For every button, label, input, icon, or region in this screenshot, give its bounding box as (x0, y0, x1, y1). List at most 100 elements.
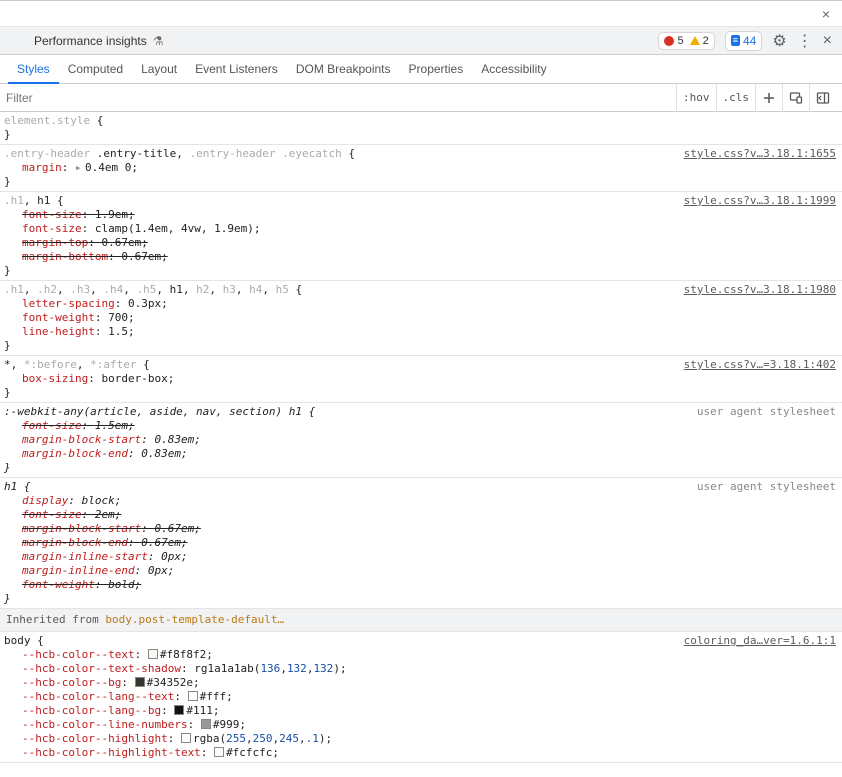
selector: element.style (4, 114, 90, 127)
declaration[interactable]: font-size: clamp(1.4em, 4vw, 1.9em); (4, 222, 838, 236)
css-var-value: #999 (213, 718, 240, 731)
color-swatch[interactable] (214, 747, 224, 757)
source-link[interactable]: style.css?v…3.18.1:1655 (684, 147, 836, 161)
close-icon[interactable]: × (822, 6, 830, 22)
plus-icon (762, 91, 776, 105)
color-swatch[interactable] (188, 691, 198, 701)
styles-filter-input[interactable] (0, 91, 676, 105)
topbar: × (0, 1, 842, 27)
css-var-value: #34352e (147, 676, 193, 689)
console-error-warning-badge[interactable]: 5 2 (658, 32, 714, 50)
declaration-overridden[interactable]: margin-block-end: 0.67em; (4, 536, 838, 550)
declaration[interactable]: --hcb-color--text: #f8f8f2; (4, 648, 838, 662)
declaration[interactable]: box-sizing: border-box; (4, 372, 838, 386)
panel-icon (816, 91, 830, 105)
declaration[interactable]: margin-inline-start: 0px; (4, 550, 838, 564)
declaration[interactable]: margin: ▸0.4em 0; (4, 161, 838, 175)
gear-icon[interactable]: ⚙ (772, 31, 786, 51)
source-link[interactable]: style.css?v…3.18.1:1980 (684, 283, 836, 297)
tab-properties[interactable]: Properties (400, 55, 473, 83)
print-media-icon[interactable] (782, 84, 809, 112)
computed-sidebar-toggle-icon[interactable] (809, 84, 836, 112)
color-swatch[interactable] (174, 705, 184, 715)
css-var-name: --hcb-color--text-shadow (22, 662, 181, 675)
declaration[interactable]: --hcb-color--text-shadow: rg1a1a1ab(136,… (4, 662, 838, 676)
warning-count-value: 2 (703, 35, 709, 47)
insights-label: Performance insights (34, 34, 147, 48)
cls-toggle[interactable]: .cls (716, 84, 756, 112)
insights-tab[interactable]: Performance insights ⚗ (10, 34, 163, 48)
styles-rule-list[interactable]: element.style { } style.css?v…3.18.1:165… (0, 112, 842, 777)
source-link[interactable]: coloring_da…ver=1.6.1:1 (684, 634, 836, 648)
new-style-rule-icon[interactable] (755, 84, 782, 112)
rule-ua-h1[interactable]: user agent stylesheet h1 { display: bloc… (0, 478, 842, 609)
devtools-panel: × Performance insights ⚗ 5 2 ≡ 44 (0, 0, 842, 777)
color-swatch[interactable] (181, 733, 191, 743)
declaration-overridden[interactable]: margin-block-start: 0.67em; (4, 522, 838, 536)
error-count: 5 (664, 35, 683, 47)
css-var-value: #111 (186, 704, 213, 717)
filter-tools: :hov .cls (676, 84, 842, 112)
rule-h1-fontsize[interactable]: style.css?v…3.18.1:1999 .h1, h1 { font-s… (0, 192, 842, 281)
styles-tabstrip: Styles Computed Layout Event Listeners D… (0, 55, 842, 84)
rule-body-css-vars[interactable]: coloring_da…ver=1.6.1:1 body { --hcb-col… (0, 632, 842, 763)
declaration[interactable]: margin-inline-end: 0px; (4, 564, 838, 578)
css-var-name: --hcb-color--lang--text (22, 690, 174, 703)
warning-count: 2 (690, 35, 709, 47)
css-var-name: --hcb-color--highlight (22, 732, 168, 745)
tab-styles[interactable]: Styles (8, 55, 59, 84)
chat-icon: ≡ (731, 35, 740, 46)
declaration-overridden[interactable]: font-size: 2em; (4, 508, 838, 522)
color-swatch[interactable] (201, 719, 211, 729)
tab-computed[interactable]: Computed (59, 55, 132, 83)
declaration[interactable]: --hcb-color--highlight: rgba(255,250,245… (4, 732, 838, 746)
error-icon (664, 36, 674, 46)
declaration[interactable]: --hcb-color--lang--text: #fff; (4, 690, 838, 704)
issues-badge[interactable]: ≡ 44 (725, 31, 763, 51)
css-var-value: #f8f8f2 (160, 648, 206, 661)
css-var-name: --hcb-color--lang--bg (22, 704, 161, 717)
hov-toggle[interactable]: :hov (676, 84, 716, 112)
color-swatch[interactable] (135, 677, 145, 687)
rule-universal-boxsizing[interactable]: style.css?v…=3.18.1:402 *, *:before, *:a… (0, 356, 842, 403)
declaration[interactable]: margin-block-start: 0.83em; (4, 433, 838, 447)
rule-ua-webkitany-h1[interactable]: user agent stylesheet :-webkit-any(artic… (0, 403, 842, 478)
declaration-overridden[interactable]: margin-top: 0.67em; (4, 236, 838, 250)
insights-status-area: 5 2 ≡ 44 ⚙ ⋮ × (658, 31, 832, 51)
declaration[interactable]: letter-spacing: 0.3px; (4, 297, 838, 311)
declaration-overridden[interactable]: margin-bottom: 0.67em; (4, 250, 838, 264)
declaration-overridden[interactable]: font-size: 1.9em; (4, 208, 838, 222)
tab-event-listeners[interactable]: Event Listeners (186, 55, 287, 83)
color-swatch[interactable] (148, 649, 158, 659)
rule-element-style[interactable]: element.style { } (0, 112, 842, 145)
css-var-name: --hcb-color--line-numbers (22, 718, 188, 731)
declaration[interactable]: display: block; (4, 494, 838, 508)
source-link[interactable]: style.css?v…3.18.1:1999 (684, 194, 836, 208)
declaration[interactable]: font-weight: 700; (4, 311, 838, 325)
tab-dom-breakpoints[interactable]: DOM Breakpoints (287, 55, 400, 83)
inherited-from-bar[interactable]: Inherited from body.post-template-defaul… (0, 609, 842, 632)
tab-accessibility[interactable]: Accessibility (472, 55, 555, 83)
declaration-overridden[interactable]: font-weight: bold; (4, 578, 838, 592)
close-panel-icon[interactable]: × (823, 32, 832, 50)
declaration[interactable]: --hcb-color--bg: #34352e; (4, 676, 838, 690)
insights-bar: Performance insights ⚗ 5 2 ≡ 44 ⚙ ⋮ (0, 27, 842, 55)
source-link[interactable]: style.css?v…=3.18.1:402 (684, 358, 836, 372)
declaration[interactable]: --hcb-color--lang--bg: #111; (4, 704, 838, 718)
source-ua-label: user agent stylesheet (697, 405, 836, 419)
declaration[interactable]: --hcb-color--line-numbers: #999; (4, 718, 838, 732)
declaration-overridden[interactable]: font-size: 1.5em; (4, 419, 838, 433)
rule-entry-header[interactable]: style.css?v…3.18.1:1655 .entry-header .e… (0, 145, 842, 192)
inherited-label: Inherited from (6, 613, 105, 626)
source-ua-label: user agent stylesheet (697, 480, 836, 494)
declaration[interactable]: line-height: 1.5; (4, 325, 838, 339)
inherited-selector: body.post-template-default… (105, 613, 284, 626)
kebab-menu-icon[interactable]: ⋮ (797, 31, 813, 51)
declaration[interactable]: margin-block-end: 0.83em; (4, 447, 838, 461)
css-var-value: #fcfcfc (226, 746, 272, 759)
error-count-value: 5 (677, 35, 683, 47)
declaration[interactable]: --hcb-color--highlight-text: #fcfcfc; (4, 746, 838, 760)
tab-layout[interactable]: Layout (132, 55, 186, 83)
rule-headings[interactable]: style.css?v…3.18.1:1980 .h1, .h2, .h3, .… (0, 281, 842, 356)
shorthand-expand-icon[interactable]: ▸ (75, 161, 85, 175)
